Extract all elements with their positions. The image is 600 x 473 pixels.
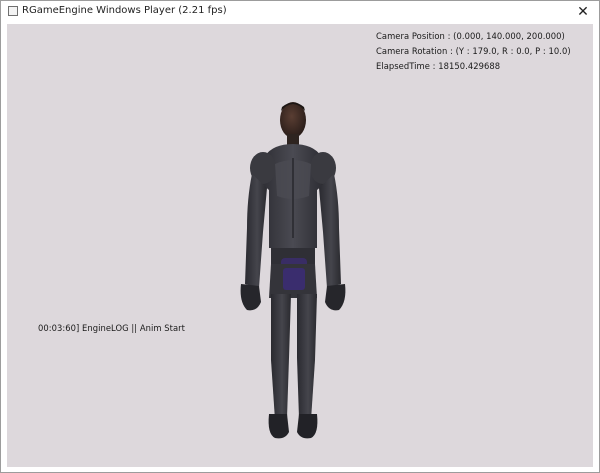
character-right-leg [297, 294, 318, 439]
character-left-arm [240, 174, 267, 311]
player-window: RGameEngine Windows Player (2.21 fps) ✕ … [0, 0, 600, 473]
title-bar[interactable]: RGameEngine Windows Player (2.21 fps) ✕ [1, 1, 599, 23]
camera-position-readout: Camera Position : (0.000, 140.000, 200.0… [376, 31, 565, 41]
character-left-leg [268, 294, 291, 439]
close-button[interactable]: ✕ [573, 2, 593, 22]
elapsed-time-readout: ElapsedTime : 18150.429688 [376, 61, 501, 71]
app-icon [8, 6, 18, 16]
close-icon: ✕ [577, 4, 589, 20]
character-model [225, 98, 361, 442]
camera-rotation-readout: Camera Rotation : (Y : 179.0, R : 0.0, P… [376, 46, 571, 56]
engine-log-line: 00:03:60] EngineLOG || Anim Start [38, 323, 185, 333]
window-title: RGameEngine Windows Player (2.21 fps) [22, 5, 227, 16]
character-right-arm [319, 174, 346, 311]
render-viewport[interactable]: Camera Position : (0.000, 140.000, 200.0… [7, 24, 593, 467]
character-head [280, 102, 306, 146]
